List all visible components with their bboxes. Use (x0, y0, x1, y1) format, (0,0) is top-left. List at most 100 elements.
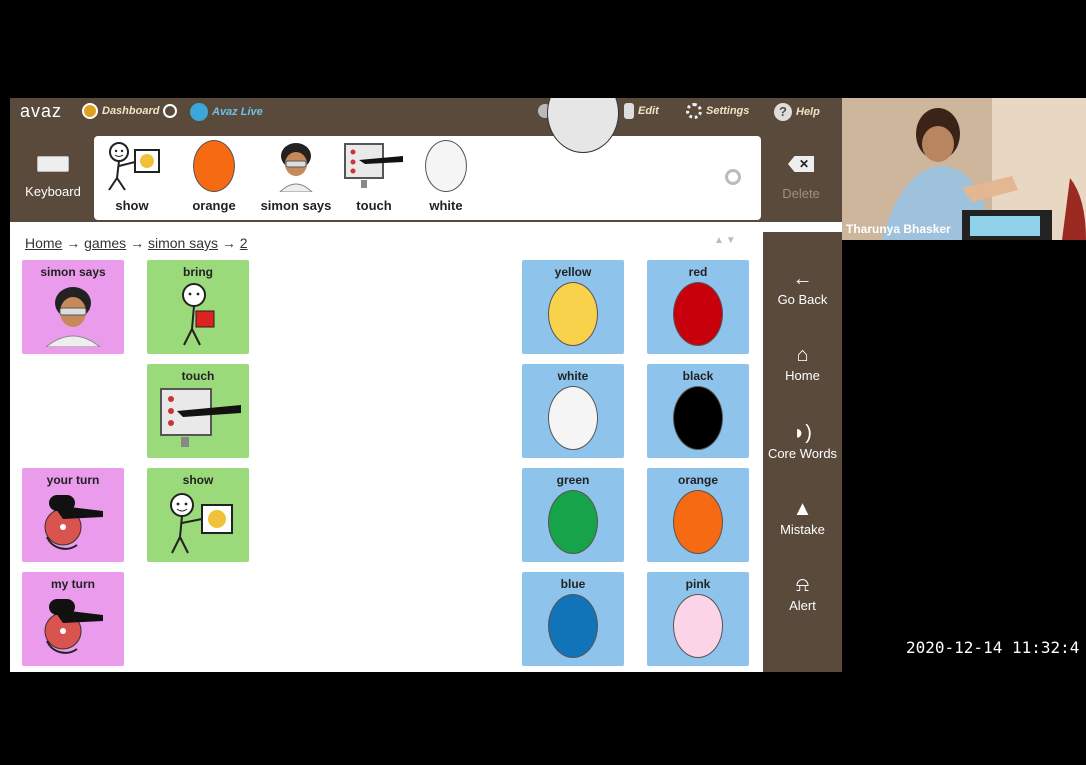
nav-label: Alert (789, 598, 816, 613)
avaz-live-label: Avaz Live (212, 106, 263, 118)
top-bar: avaz Dashboard Avaz Live Edit Settings ?… (10, 98, 842, 126)
simon-face-icon (22, 279, 124, 349)
tile-show[interactable]: show (147, 468, 249, 562)
gear-icon (686, 103, 702, 119)
tile-white[interactable]: white (522, 364, 624, 458)
yellow-oval-icon (548, 282, 598, 346)
sentence-word-label: white (429, 198, 463, 213)
tile-red[interactable]: red (647, 260, 749, 354)
tile-simon-says[interactable]: simon says (22, 260, 124, 354)
breadcrumb: Home → games → simon says → 2 (25, 235, 248, 251)
avaz-app: avaz Dashboard Avaz Live Edit Settings ?… (10, 98, 842, 672)
edit-button[interactable]: Edit (624, 103, 659, 119)
dashboard-icon (82, 103, 98, 119)
turn-arrow-icon (22, 487, 124, 557)
orange-oval-icon (673, 490, 723, 554)
avaz-live-button[interactable]: Avaz Live (190, 103, 263, 121)
keyboard-button[interactable]: Keyboard (16, 156, 90, 199)
blue-oval-icon (548, 594, 598, 658)
touch-screen-icon (340, 140, 408, 192)
sentence-word-label: touch (356, 198, 392, 213)
tile-label: yellow (554, 265, 592, 279)
message-box[interactable]: show orange simon says touch white (94, 136, 761, 220)
show-symbol-icon (147, 487, 249, 557)
sentence-strip: Keyboard show orange simon says touch wh… (10, 126, 842, 222)
core-words-button[interactable]: ◗) Core Words (763, 422, 842, 461)
sentence-word-label: simon says (260, 198, 332, 213)
tile-black[interactable]: black (647, 364, 749, 458)
sentence-word-label: show (115, 198, 149, 213)
dashboard-button[interactable]: Dashboard (82, 103, 178, 119)
black-oval-icon (673, 386, 723, 450)
tile-label: my turn (50, 577, 95, 591)
delete-label: Delete (782, 186, 820, 201)
keyboard-label: Keyboard (25, 184, 81, 199)
help-icon: ? (774, 103, 792, 121)
touch-screen-icon (147, 383, 249, 453)
sentence-word[interactable]: show (98, 140, 166, 213)
tile-my-turn[interactable]: my turn (22, 572, 124, 666)
sentence-word[interactable]: touch (340, 140, 408, 213)
tile-touch[interactable]: touch (147, 364, 249, 458)
tile-pink[interactable]: pink (647, 572, 749, 666)
speak-icon[interactable] (725, 169, 741, 185)
nav-label: Core Words (767, 446, 838, 461)
arrow-right-icon: → (221, 235, 236, 251)
warning-icon: ▲ (792, 498, 813, 520)
tile-orange[interactable]: orange (647, 468, 749, 562)
tile-label: pink (685, 577, 711, 591)
breadcrumb-simon-says[interactable]: simon says (148, 235, 218, 251)
sentence-word[interactable]: simon says (256, 140, 336, 213)
orange-oval-icon (180, 140, 248, 192)
tile-label: simon says (40, 265, 106, 279)
tile-bring[interactable]: bring (147, 260, 249, 354)
side-nav: ← Go Back ⌂ Home ◗) Core Words ▲ Mistake… (763, 232, 842, 672)
mistake-button[interactable]: ▲ Mistake (763, 498, 842, 537)
edit-label: Edit (638, 105, 659, 117)
turn-arrow-icon (22, 591, 124, 661)
tile-label: blue (560, 577, 586, 591)
red-oval-icon (673, 282, 723, 346)
delete-button[interactable]: ✕ Delete (766, 156, 836, 201)
white-oval-icon (412, 140, 480, 192)
keyboard-icon (37, 156, 69, 172)
pink-oval-icon (673, 594, 723, 658)
tile-label: green (556, 473, 590, 487)
settings-label: Settings (706, 105, 750, 117)
breadcrumb-page[interactable]: 2 (240, 235, 248, 251)
tile-label: your turn (46, 473, 100, 487)
bring-icon (147, 279, 249, 349)
tile-label: show (182, 473, 214, 487)
nav-label: Home (785, 368, 820, 383)
tile-your-turn[interactable]: your turn (22, 468, 124, 562)
help-label: Help (796, 106, 820, 118)
pencil-icon (624, 103, 634, 119)
backspace-icon: ✕ (788, 156, 814, 172)
arrow-right-icon: → (130, 235, 145, 251)
tile-label: white (557, 369, 589, 383)
settings-button[interactable]: Settings (686, 103, 749, 119)
go-back-button[interactable]: ← Go Back (763, 268, 842, 307)
tile-green[interactable]: green (522, 468, 624, 562)
app-logo: avaz (20, 101, 63, 121)
tile-blue[interactable]: blue (522, 572, 624, 666)
home-button[interactable]: ⌂ Home (763, 344, 842, 383)
speaking-head-icon: ◗) (793, 422, 812, 444)
bell-icon: ⍾ (795, 574, 810, 596)
sentence-word[interactable]: white (412, 140, 480, 213)
video-thumbnail: Tharunya Bhasker (842, 98, 1086, 240)
participant-video-icon (842, 98, 1086, 240)
breadcrumb-home[interactable]: Home (25, 235, 62, 251)
participant-name: Tharunya Bhasker (846, 222, 951, 236)
alert-button[interactable]: ⍾ Alert (763, 574, 842, 613)
tile-label: touch (181, 369, 215, 383)
arrow-right-icon: → (66, 235, 81, 251)
toggle-icon (163, 104, 178, 118)
page-scroll-arrows[interactable]: ▲▼ (714, 235, 738, 246)
breadcrumb-games[interactable]: games (84, 235, 126, 251)
nav-label: Mistake (780, 522, 825, 537)
sentence-word[interactable]: orange (180, 140, 248, 213)
tile-yellow[interactable]: yellow (522, 260, 624, 354)
simon-face-icon (256, 140, 336, 192)
help-button[interactable]: ? Help (774, 103, 820, 121)
